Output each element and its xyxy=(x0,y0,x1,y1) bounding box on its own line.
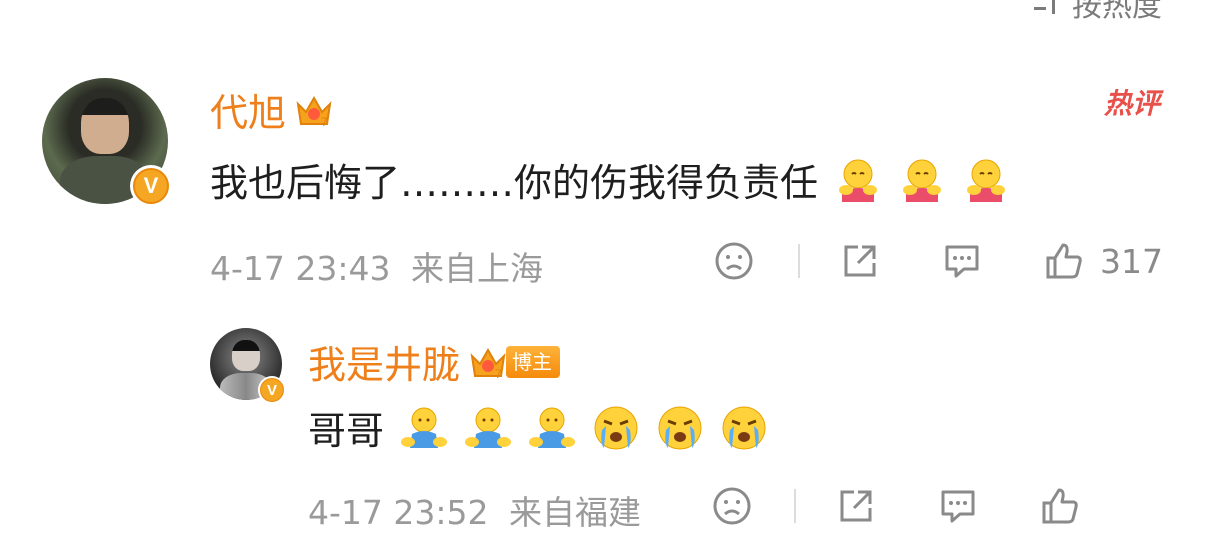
cry-emoji-icon xyxy=(720,404,768,452)
hug-emoji-icon xyxy=(962,156,1010,204)
divider xyxy=(794,489,796,523)
reply-author[interactable]: 我是井胧 7 博主 xyxy=(308,334,561,389)
comment-body: 我也后悔了………你的伤我得负责任 xyxy=(210,161,819,205)
shy-emoji-icon xyxy=(400,404,448,452)
sort-label: 按热度 xyxy=(1072,0,1162,24)
comment-actions: 317 xyxy=(714,241,1163,281)
reply-location: 来自福建 xyxy=(509,493,641,532)
verified-badge-icon: V xyxy=(130,165,172,207)
like-icon[interactable] xyxy=(1044,241,1084,281)
dislike-face-icon[interactable] xyxy=(712,486,752,526)
svg-text:7: 7 xyxy=(495,367,502,380)
reply-icon[interactable] xyxy=(938,486,978,526)
cry-emoji-icon xyxy=(656,404,704,452)
reply-date: 4-17 23:52 xyxy=(308,493,489,532)
comment-date: 4-17 23:43 xyxy=(210,249,391,288)
hug-emoji-icon xyxy=(898,156,946,204)
reply-author-name[interactable]: 我是井胧 xyxy=(308,334,460,389)
reply-body: 哥哥 xyxy=(308,409,385,453)
sort-control[interactable]: 按热度 xyxy=(1032,0,1162,24)
comment-location: 来自上海 xyxy=(411,249,543,288)
hot-comment-tag: 热评 xyxy=(1103,87,1160,120)
comment-author[interactable]: 代旭 7 xyxy=(210,82,334,137)
reply-actions xyxy=(712,486,1080,526)
blogger-badge: 博主 xyxy=(506,345,561,378)
reply-icon[interactable] xyxy=(942,241,982,281)
share-icon[interactable] xyxy=(836,486,876,526)
svg-text:7: 7 xyxy=(321,115,328,128)
comment-meta: 4-17 23:43 来自上海 xyxy=(210,242,543,290)
hug-emoji-icon xyxy=(834,156,882,204)
shy-emoji-icon xyxy=(528,404,576,452)
sort-icon xyxy=(1032,0,1062,16)
dislike-face-icon[interactable] xyxy=(714,241,754,281)
crown-icon: 7 xyxy=(468,344,508,381)
like-icon[interactable] xyxy=(1040,486,1080,526)
crown-icon: 7 xyxy=(294,92,334,129)
comment-author-name[interactable]: 代旭 xyxy=(210,82,286,137)
comment-text: 我也后悔了………你的伤我得负责任 xyxy=(210,152,1010,207)
shy-emoji-icon xyxy=(464,404,512,452)
like-count: 317 xyxy=(1100,241,1163,281)
divider xyxy=(798,244,800,278)
verified-badge-icon: V xyxy=(258,376,286,404)
share-icon[interactable] xyxy=(840,241,880,281)
reply-text: 哥哥 xyxy=(308,400,768,455)
cry-emoji-icon xyxy=(592,404,640,452)
reply-meta: 4-17 23:52 来自福建 xyxy=(308,486,641,534)
